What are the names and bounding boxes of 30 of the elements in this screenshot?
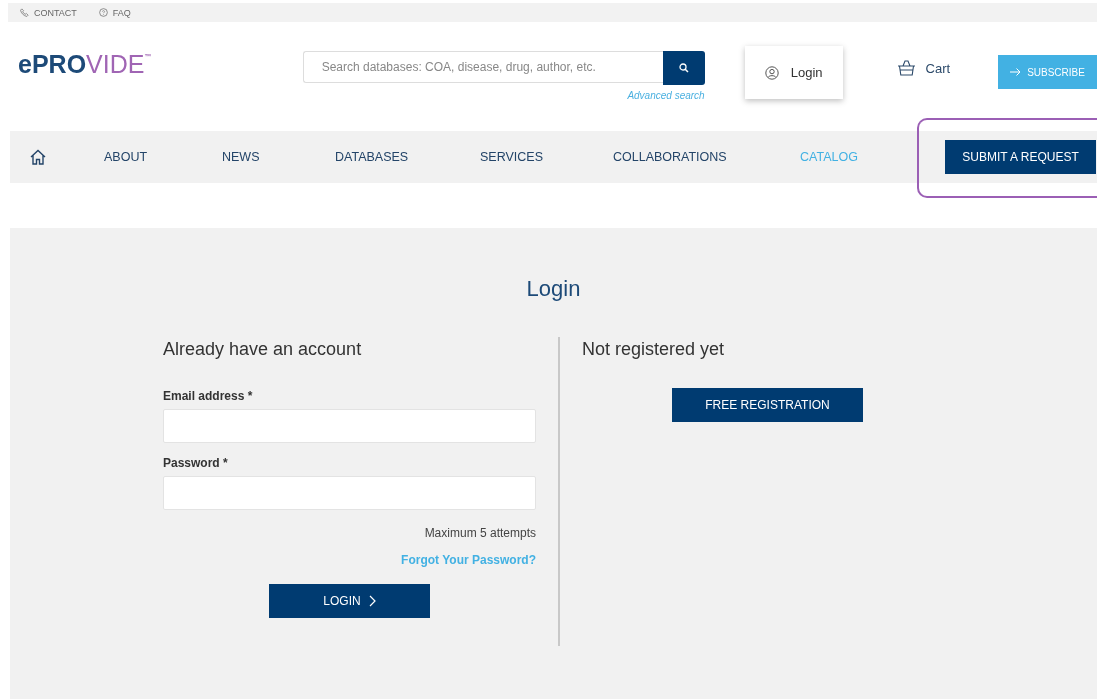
field-label: Email address * xyxy=(163,389,254,403)
cart-button[interactable]: Cart xyxy=(896,58,951,78)
chevron-icon xyxy=(368,595,376,607)
nav-tab[interactable]: SERVICES xyxy=(480,150,613,164)
arrow-icon xyxy=(1010,68,1022,76)
login-button[interactable]: Login xyxy=(744,46,843,99)
search-field[interactable]: Search databases: COA, disease, drug, author, etc. xyxy=(302,51,663,83)
nav-tab[interactable]: NEWS xyxy=(222,150,335,164)
search-button[interactable] xyxy=(662,51,705,85)
field-label: Password * xyxy=(163,456,229,470)
home-icon[interactable] xyxy=(30,149,46,165)
basket-icon xyxy=(896,60,916,76)
search-icon xyxy=(678,63,689,73)
phone-icon xyxy=(20,8,29,17)
input-field[interactable] xyxy=(163,409,536,443)
page-title: Login xyxy=(526,276,581,302)
nav-tab[interactable]: DATABASES xyxy=(335,150,480,164)
user-icon xyxy=(764,65,779,80)
free-registration-button[interactable]: FREE REGISTRATION xyxy=(672,388,863,422)
top-link[interactable]: FAQ xyxy=(112,7,131,18)
input-field[interactable] xyxy=(163,476,536,510)
top-link[interactable]: CONTACT xyxy=(34,7,77,18)
login-submit-button[interactable]: LOGIN xyxy=(269,584,430,618)
submit-request-button[interactable]: SUBMIT A REQUEST xyxy=(945,140,1096,174)
nav-tab[interactable]: ABOUT xyxy=(104,150,222,164)
nav-tab[interactable]: COLLABORATIONS xyxy=(613,150,800,164)
section-heading: Not registered yet xyxy=(582,339,726,360)
attempts-note: Maximum 5 attempts xyxy=(424,526,536,540)
help-icon xyxy=(98,8,108,17)
section-heading: Already have an account xyxy=(163,339,363,360)
